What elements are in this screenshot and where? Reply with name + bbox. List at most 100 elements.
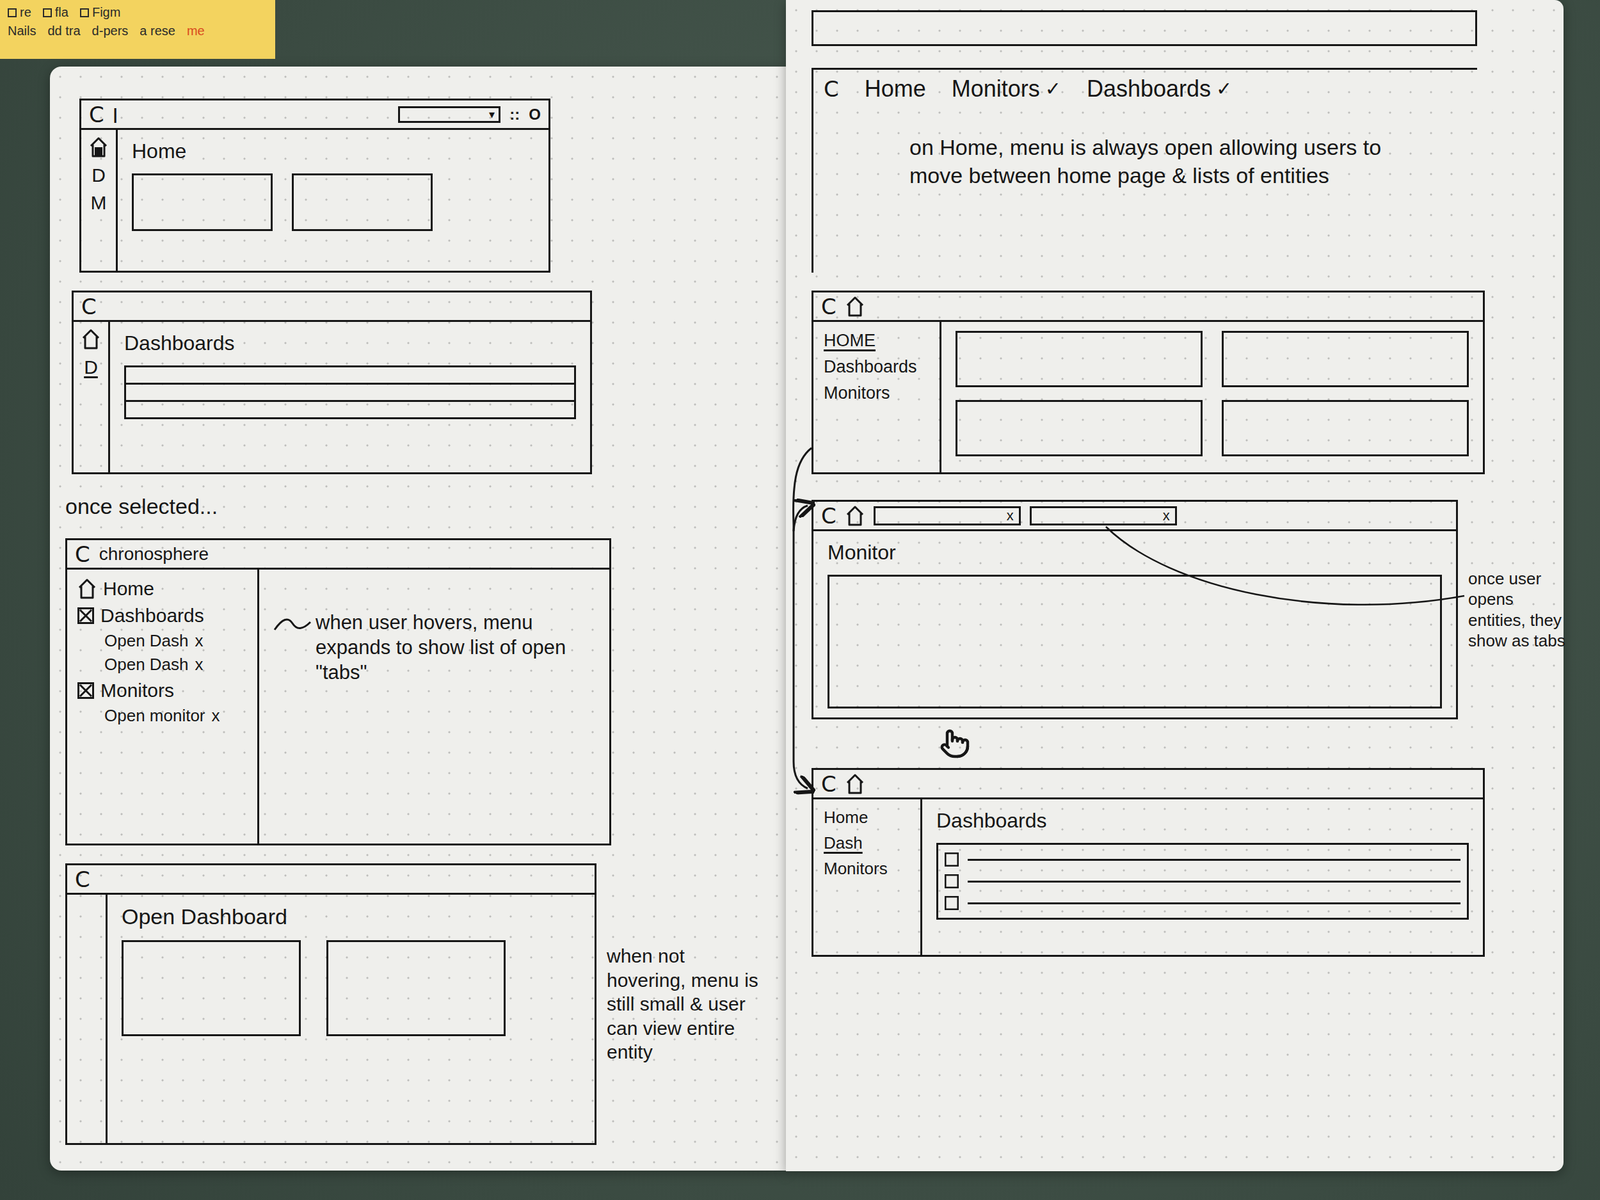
home-icon[interactable] [845, 504, 865, 527]
home-icon[interactable] [77, 577, 97, 600]
list-row[interactable] [126, 401, 575, 418]
card[interactable] [121, 940, 301, 1037]
close-button[interactable]: x [195, 631, 204, 651]
dropdown-caret[interactable]: ✓ [1216, 77, 1232, 101]
row-checkbox-icon[interactable] [944, 852, 959, 867]
sticky-checkbox[interactable] [42, 8, 52, 18]
menu-item[interactable]: Monitors [823, 858, 911, 880]
nav-label: Monitors [951, 74, 1040, 103]
rail-item[interactable]: D [83, 356, 98, 378]
nav-item[interactable]: Monitors✓ [951, 74, 1062, 103]
header-icon[interactable]: :: [509, 105, 520, 124]
close-button[interactable]: x [211, 705, 221, 726]
nav-item[interactable]: Dashboards✓ [1086, 74, 1232, 103]
close-button[interactable]: x [1006, 508, 1014, 523]
list-sketch: C Home Dash Monitors Dashboards [811, 768, 1485, 957]
card[interactable] [955, 400, 1203, 457]
logo[interactable]: C [88, 103, 105, 126]
dropdown-caret[interactable]: ✓ [1045, 77, 1062, 101]
card[interactable] [291, 173, 433, 232]
sketch-body: Open Dashboard [67, 894, 595, 1144]
sticky-item[interactable]: fla [42, 5, 69, 20]
list-row[interactable] [938, 848, 1467, 871]
close-button[interactable]: x [195, 654, 204, 675]
side-menu: HOME Dashboards Monitors [813, 321, 942, 473]
page-title: Open Dashboard [121, 903, 581, 930]
side-rail [67, 894, 108, 1144]
logo[interactable]: C [821, 295, 837, 318]
annotation-text: on Home, menu is always open allowing us… [909, 133, 1435, 190]
entity-tab[interactable]: x [873, 506, 1021, 526]
card[interactable] [1221, 400, 1469, 457]
notebook: C|▾::ODMHomeCDDashboardsonce selected...… [49, 0, 1564, 1172]
annotation: when user hovers, menu expands to show l… [273, 578, 596, 685]
menu-item[interactable]: Home [823, 807, 911, 829]
sketch-body: D Dashboards [73, 321, 591, 473]
home-icon[interactable] [81, 328, 101, 351]
row-checkbox-icon[interactable] [944, 874, 959, 889]
left-page: C|▾::ODMHomeCDDashboardsonce selected...… [49, 66, 786, 1171]
card[interactable] [326, 940, 506, 1037]
menu-item[interactable]: Dash [823, 832, 911, 855]
sketch-body: Home Dashboards Open Dashx Open Dashx Monito… [67, 569, 610, 844]
sketch-body: HOME Dashboards Monitors [813, 321, 1483, 473]
card[interactable] [131, 173, 273, 232]
search-field[interactable]: ▾ [398, 106, 501, 123]
sticky-item[interactable]: re [7, 5, 32, 20]
close-button[interactable]: x [1162, 508, 1170, 523]
tabs-row: CxxMonitoronce user opens entities, they… [811, 499, 1564, 720]
card[interactable] [1221, 330, 1469, 388]
sticky-line: d-pers [92, 23, 129, 39]
home-icon[interactable] [845, 295, 865, 318]
side-menu: Home Dash Monitors [813, 799, 923, 955]
logo[interactable]: C [81, 295, 97, 318]
page-title: Dashboards [936, 808, 1469, 833]
logo[interactable]: C [74, 868, 91, 891]
main-area: when user hovers, menu expands to show l… [259, 569, 610, 844]
row-checkbox-icon[interactable] [944, 896, 959, 911]
open-tab[interactable]: Open Dashx [77, 654, 248, 675]
side-rail: DM [81, 129, 118, 271]
sticky-label: Figm [92, 5, 121, 20]
card-row [131, 173, 535, 232]
group-box-icon[interactable] [77, 682, 95, 699]
menu-item[interactable]: HOME [823, 329, 930, 352]
collapsed-sketch: C Open Dashboard [65, 863, 597, 1145]
top-nav-sketch: CHomeMonitors✓Dashboards✓on Home, menu i… [811, 67, 1478, 273]
sticky-checkbox[interactable] [80, 8, 89, 18]
page-title: Dashboards [124, 330, 576, 356]
logo[interactable]: C [74, 543, 91, 566]
list-row[interactable] [938, 870, 1467, 893]
sticky-checkbox[interactable] [7, 8, 17, 18]
logo[interactable]: C [821, 773, 837, 795]
hover-sketch: CchronosphereHomeDashboardsOpen DashxOpe… [65, 538, 612, 846]
list-row[interactable] [126, 367, 575, 385]
card[interactable] [955, 330, 1203, 388]
header-icon[interactable]: O [528, 105, 541, 124]
nav-item[interactable]: Home [864, 74, 927, 103]
menu-item[interactable]: Monitors [77, 679, 248, 703]
annotation-text: once user opens entities, they show as t… [1468, 568, 1571, 652]
logo[interactable]: C [821, 504, 837, 527]
group-box-icon[interactable] [77, 607, 95, 624]
dashboard-list [124, 365, 576, 420]
menu-item[interactable]: Dashboards [823, 355, 930, 379]
open-tab[interactable]: Open Dashx [77, 631, 248, 651]
search-caret[interactable]: ▾ [488, 108, 495, 121]
menu-item[interactable]: Dashboards [77, 604, 248, 628]
hand-cursor-icon [939, 728, 971, 760]
menu-item[interactable]: Monitors [823, 382, 930, 405]
menu-item[interactable]: Home [77, 577, 248, 601]
entity-tab[interactable]: x [1029, 506, 1177, 526]
home-icon[interactable] [88, 136, 109, 159]
home-icon[interactable] [845, 773, 865, 795]
rail-item[interactable]: M [90, 192, 107, 214]
rail-item[interactable]: D [91, 164, 106, 186]
caption: once selected... [65, 492, 771, 521]
sticky-item[interactable]: Figm [80, 5, 121, 20]
logo[interactable]: C [823, 78, 840, 100]
list-row[interactable] [126, 384, 575, 402]
open-tab[interactable]: Open monitorx [77, 705, 248, 726]
row-line [967, 880, 1461, 883]
list-row[interactable] [938, 892, 1467, 914]
